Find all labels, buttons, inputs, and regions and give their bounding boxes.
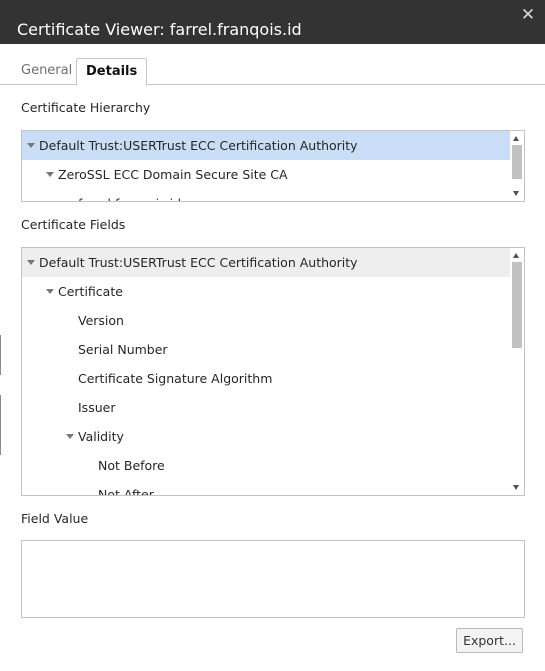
field-item-not-before[interactable]: Not Before: [22, 451, 510, 480]
window-edge: [0, 395, 1, 455]
certificate-hierarchy-tree[interactable]: Default Trust:USERTrust ECC Certificatio…: [21, 130, 525, 202]
scroll-down-icon[interactable]: [513, 485, 519, 490]
export-button[interactable]: Export...: [456, 628, 523, 653]
field-item-validity[interactable]: Validity: [22, 422, 510, 451]
field-item-certificate[interactable]: Certificate: [22, 277, 510, 306]
scrollbar-thumb[interactable]: [512, 145, 522, 179]
hierarchy-item-leaf[interactable]: farrel.franqois.id: [22, 189, 510, 201]
chevron-down-icon[interactable]: [27, 260, 35, 265]
field-value-label: Field Value: [21, 511, 89, 526]
field-item-serial-number[interactable]: Serial Number: [22, 335, 510, 364]
tab-details[interactable]: Details: [76, 58, 148, 86]
tab-general[interactable]: General: [12, 58, 81, 85]
fields-scrollbar[interactable]: [510, 248, 524, 495]
hierarchy-item-intermediate[interactable]: ZeroSSL ECC Domain Secure Site CA: [22, 160, 510, 189]
hierarchy-item-root[interactable]: Default Trust:USERTrust ECC Certificatio…: [22, 131, 510, 160]
certificate-fields-label: Certificate Fields: [21, 217, 126, 232]
dialog-title: Certificate Viewer: farrel.franqois.id: [17, 20, 302, 39]
chevron-down-icon[interactable]: [27, 143, 35, 148]
chevron-down-icon[interactable]: [46, 289, 54, 294]
field-item-version[interactable]: Version: [22, 306, 510, 335]
field-item-not-after[interactable]: Not After: [22, 480, 510, 495]
tab-bar: General Details: [0, 44, 545, 86]
title-bar: Certificate Viewer: farrel.franqois.id ✕: [0, 0, 545, 44]
scroll-up-icon[interactable]: [513, 136, 519, 141]
certificate-hierarchy-label: Certificate Hierarchy: [21, 100, 151, 115]
field-value-box[interactable]: [21, 540, 525, 618]
close-icon[interactable]: ✕: [519, 6, 537, 24]
window-edge: [0, 335, 1, 375]
scroll-down-icon[interactable]: [513, 191, 519, 196]
field-item-root[interactable]: Default Trust:USERTrust ECC Certificatio…: [22, 248, 510, 277]
scroll-up-icon[interactable]: [513, 253, 519, 258]
chevron-down-icon[interactable]: [46, 172, 54, 177]
scrollbar-thumb[interactable]: [512, 262, 522, 348]
certificate-viewer-dialog: Certificate Viewer: farrel.franqois.id ✕…: [0, 0, 545, 671]
certificate-fields-tree[interactable]: Default Trust:USERTrust ECC Certificatio…: [21, 247, 525, 496]
hierarchy-scrollbar[interactable]: [510, 131, 524, 201]
field-item-signature-algorithm[interactable]: Certificate Signature Algorithm: [22, 364, 510, 393]
field-item-issuer[interactable]: Issuer: [22, 393, 510, 422]
chevron-down-icon[interactable]: [66, 434, 74, 439]
